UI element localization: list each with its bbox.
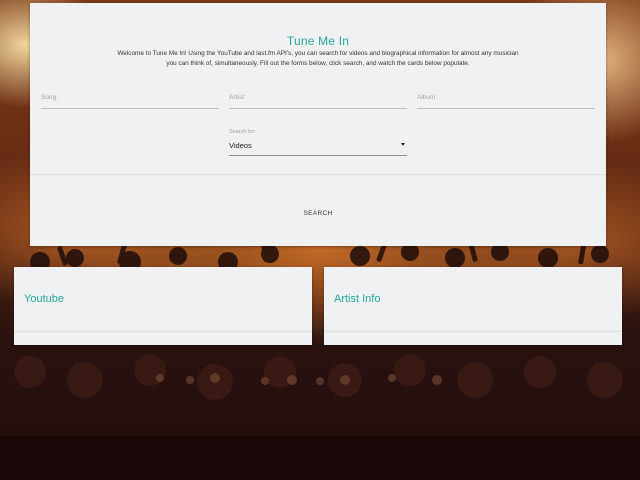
youtube-card-divider — [14, 331, 312, 332]
search-card: Tune Me In Welcome to Tune Me In! Using … — [30, 3, 606, 246]
card-divider — [30, 174, 606, 175]
intro-line-1: Welcome to Tune Me In! Using the YouTube… — [117, 50, 519, 57]
intro-line-2: you can think of, simultaneously. Fill o… — [166, 60, 470, 67]
artist-info-card: Artist Info — [324, 267, 622, 345]
search-for-label: Search for: — [229, 129, 256, 135]
page-title: Tune Me In — [286, 34, 350, 48]
artist-field[interactable]: Artist: — [229, 88, 407, 109]
artist-placeholder: Artist: — [229, 94, 246, 101]
search-type-value: Videos — [229, 141, 252, 150]
intro-text: Welcome to Tune Me In! Using the YouTube… — [82, 49, 554, 69]
dropdown-caret-icon — [401, 143, 405, 146]
album-placeholder: Album: — [417, 94, 438, 101]
song-field[interactable]: Song: — [41, 88, 219, 109]
song-placeholder: Song: — [41, 94, 58, 101]
artist-card-divider — [324, 331, 622, 332]
artist-card-title: Artist Info — [334, 293, 381, 305]
search-button[interactable]: SEARCH — [293, 206, 343, 222]
page-footer-band — [0, 436, 640, 480]
search-type-select[interactable]: Videos — [229, 137, 407, 156]
youtube-card-title: Youtube — [24, 293, 64, 305]
album-field[interactable]: Album: — [417, 88, 595, 109]
youtube-card: Youtube — [14, 267, 312, 345]
